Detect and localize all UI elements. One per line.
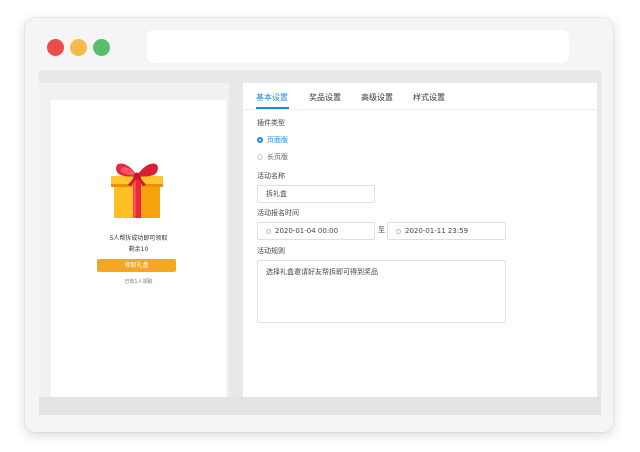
bottom-bar: [39, 397, 601, 415]
end-time-value: 2020-01-11 23:59: [405, 227, 469, 235]
activity-name-label: 活动名称: [257, 172, 285, 180]
radio-unchecked-icon: [257, 154, 263, 160]
maximize-window-button[interactable]: [93, 39, 110, 56]
rules-textarea[interactable]: 选择礼盒邀请好友帮拆即可得到奖品: [257, 260, 506, 323]
close-window-button[interactable]: [47, 39, 64, 56]
tab-basic-settings[interactable]: 基本设置: [256, 92, 288, 103]
phone-preview: 5人帮拆成功即可领取 剩余10 领取礼盒 已有1人领取: [51, 100, 226, 397]
settings-panel: 基本设置 奖品设置 高级设置 样式设置 插件类型 页面版 长页版 活动名称 拆礼…: [243, 83, 597, 397]
claim-gift-button[interactable]: 领取礼盒: [97, 259, 176, 272]
app-viewport: 5人帮拆成功即可领取 剩余10 领取礼盒 已有1人领取 基本设置 奖品设置 高级…: [39, 70, 601, 415]
signup-time-label: 活动报名时间: [257, 209, 299, 217]
claimed-count: 已有1人领取: [124, 279, 153, 285]
radio-long-page-version[interactable]: 长页版: [257, 152, 288, 162]
start-time-value: 2020-01-04 00:00: [275, 227, 339, 235]
active-tab-indicator: [256, 107, 289, 109]
radio-long-page-version-label: 长页版: [267, 153, 288, 161]
radio-page-version-label: 页面版: [267, 136, 288, 144]
radio-page-version[interactable]: 页面版: [257, 135, 288, 145]
tab-prize-settings[interactable]: 奖品设置: [309, 92, 341, 103]
tab-style-settings[interactable]: 样式设置: [413, 92, 445, 103]
settings-tabs: 基本设置 奖品设置 高级设置 样式设置: [243, 83, 597, 110]
range-separator: 至: [378, 226, 385, 234]
start-time-picker[interactable]: 2020-01-04 00:00: [257, 222, 375, 240]
radio-checked-icon: [257, 137, 263, 143]
remaining-count: 剩余10: [128, 246, 149, 253]
minimize-window-button[interactable]: [70, 39, 87, 56]
rules-label: 活动规则: [257, 247, 285, 255]
address-bar[interactable]: [147, 30, 569, 63]
preview-panel: 5人帮拆成功即可领取 剩余10 领取礼盒 已有1人领取: [39, 83, 229, 397]
plugin-type-label: 插件类型: [257, 119, 285, 127]
gift-box-icon: [111, 163, 163, 218]
gift-title: 5人帮拆成功即可领取: [109, 235, 168, 242]
tab-advanced-settings[interactable]: 高级设置: [361, 92, 393, 103]
clock-icon: [266, 229, 271, 234]
browser-window: 5人帮拆成功即可领取 剩余10 领取礼盒 已有1人领取 基本设置 奖品设置 高级…: [25, 18, 613, 432]
end-time-picker[interactable]: 2020-01-11 23:59: [387, 222, 506, 240]
activity-name-input[interactable]: 拆礼盒: [257, 185, 375, 203]
clock-icon: [396, 229, 401, 234]
